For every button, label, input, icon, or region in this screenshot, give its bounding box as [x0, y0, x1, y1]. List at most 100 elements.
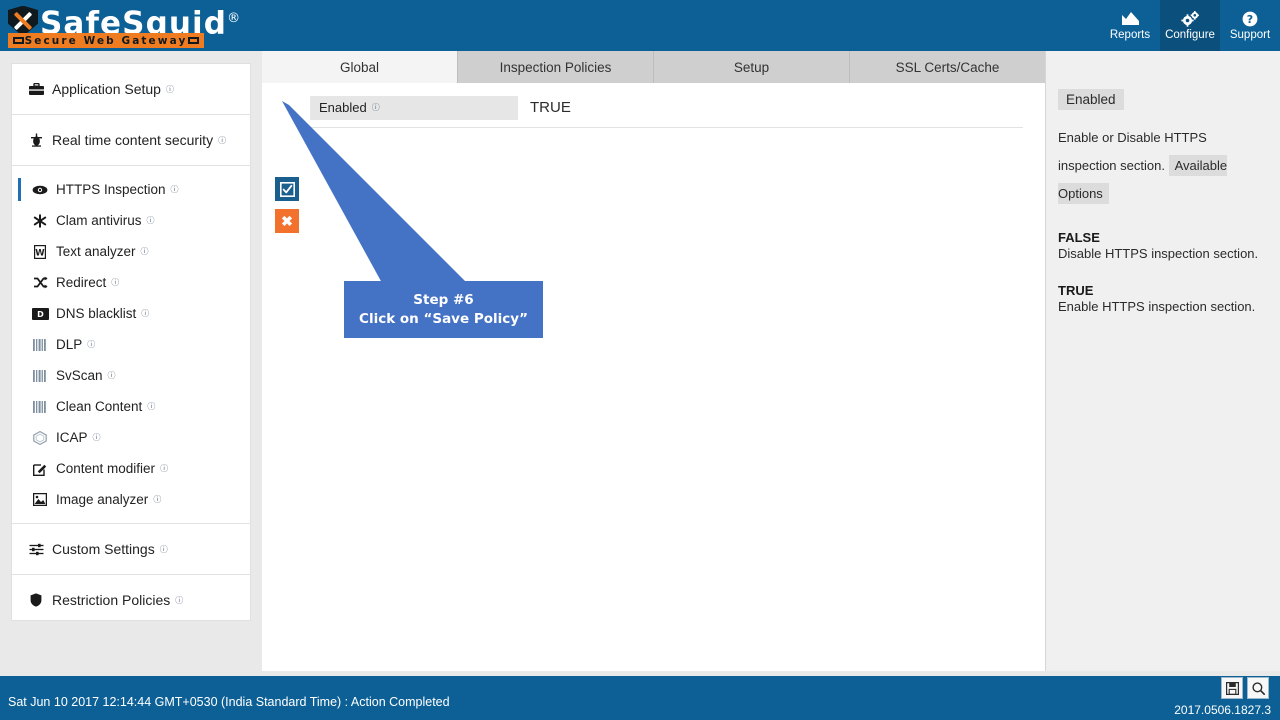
tagline-end-left-icon [13, 37, 24, 44]
checkbox-checked-icon [280, 182, 295, 197]
status-bar: Sat Jun 10 2017 12:14:44 GMT+0530 (India… [0, 676, 1280, 720]
asterisk-icon [30, 214, 50, 228]
info-icon[interactable]: ⓘ [108, 370, 116, 381]
app-root: SafeSquid® Secure Web Gateway Reports [0, 0, 1280, 720]
info-icon[interactable]: ⓘ [93, 432, 101, 443]
field-value-enabled[interactable]: TRUE [530, 99, 571, 116]
sidebar: Application Setup ⓘ Real time content se… [11, 63, 251, 621]
sidebar-item-image-analyzer[interactable]: Image analyzer ⓘ [12, 484, 250, 515]
topnav-item-configure[interactable]: Configure [1160, 0, 1220, 51]
sidebar-item-dlp[interactable]: DLP ⓘ [12, 329, 250, 360]
topnav-item-reports[interactable]: Reports [1100, 0, 1160, 51]
sidebar-group-restriction-policies: Restriction Policies ⓘ [12, 575, 250, 625]
sidebar-item-clam-antivirus[interactable]: Clam antivirus ⓘ [12, 205, 250, 236]
edit-square-icon [30, 462, 50, 476]
sidebar-item-content-modifier[interactable]: Content modifier ⓘ [12, 453, 250, 484]
sidebar-item-redirect[interactable]: Redirect ⓘ [12, 267, 250, 298]
sidebar-label-text-analyzer: Text analyzer [56, 244, 136, 259]
sidebar-label-clean-content: Clean Content [56, 399, 142, 414]
tab-global[interactable]: Global [262, 51, 458, 83]
sidebar-label-svscan: SvScan [56, 368, 103, 383]
sidebar-item-icap[interactable]: ICAP ⓘ [12, 422, 250, 453]
info-icon[interactable]: ⓘ [141, 308, 149, 319]
sidebar-item-clean-content[interactable]: Clean Content ⓘ [12, 391, 250, 422]
sidebar-item-restriction-policies[interactable]: Restriction Policies ⓘ [12, 575, 250, 625]
info-icon[interactable]: ⓘ [111, 277, 119, 288]
sidebar-label-restriction-policies: Restriction Policies [52, 592, 170, 608]
barcode-icon [30, 370, 50, 382]
save-policy-button[interactable] [275, 177, 299, 201]
status-bar-buttons [1221, 677, 1269, 699]
barcode-icon [30, 401, 50, 413]
info-icon[interactable]: ⓘ [87, 339, 95, 350]
tab-inspection-policies[interactable]: Inspection Policies [458, 51, 654, 83]
help-panel: Enabled Enable or Disable HTTPS inspecti… [1045, 51, 1280, 671]
sliders-icon [26, 543, 46, 556]
sidebar-item-real-time-content-security[interactable]: Real time content security ⓘ [12, 115, 250, 165]
sidebar-group-application: Application Setup ⓘ [12, 64, 250, 115]
info-icon[interactable]: ⓘ [175, 595, 183, 606]
top-navigation: Reports Configure [1100, 0, 1280, 51]
tab-bar: Global Inspection Policies Setup SSL Cer… [262, 51, 1045, 83]
sidebar-label-real-time-content-security: Real time content security [52, 132, 213, 148]
info-icon[interactable]: ⓘ [171, 184, 179, 195]
topnav-label-support: Support [1230, 29, 1270, 41]
sidebar-label-https-inspection: HTTPS Inspection [56, 182, 166, 197]
app-header: SafeSquid® Secure Web Gateway Reports [0, 0, 1280, 51]
info-icon[interactable]: ⓘ [153, 494, 161, 505]
info-icon[interactable]: ⓘ [372, 102, 380, 113]
tab-ssl-certs-cache[interactable]: SSL Certs/Cache [850, 51, 1045, 83]
document-text-icon: W [30, 245, 50, 259]
info-icon[interactable]: ⓘ [141, 246, 149, 257]
sidebar-item-svscan[interactable]: SvScan ⓘ [12, 360, 250, 391]
sidebar-item-https-inspection[interactable]: HTTPS Inspection ⓘ [12, 174, 250, 205]
help-option-key: FALSE [1058, 230, 1268, 245]
shield-icon [26, 593, 46, 607]
callout-step-box: Step #6 Click on “Save Policy” [344, 281, 543, 338]
tab-setup[interactable]: Setup [654, 51, 850, 83]
info-icon[interactable]: ⓘ [147, 215, 155, 226]
help-option-value: Disable HTTPS inspection section. [1058, 246, 1268, 261]
help-option-key: TRUE [1058, 283, 1268, 298]
save-icon[interactable] [1221, 677, 1243, 699]
help-title: Enabled [1058, 89, 1124, 110]
field-label-text: Enabled [319, 100, 367, 115]
sidebar-label-dns-blacklist: DNS blacklist [56, 306, 136, 321]
sidebar-item-dns-blacklist[interactable]: D DNS blacklist ⓘ [12, 298, 250, 329]
sidebar-label-redirect: Redirect [56, 275, 106, 290]
shield-bug-icon [26, 133, 46, 147]
brand-trademark: ® [227, 11, 241, 26]
gears-icon [1181, 10, 1200, 27]
info-icon[interactable]: ⓘ [166, 84, 174, 95]
topnav-item-support[interactable]: ? Support [1220, 0, 1280, 51]
help-circle-icon: ? [1242, 10, 1258, 27]
sidebar-label-dlp: DLP [56, 337, 82, 352]
help-description: Enable or Disable HTTPS inspection secti… [1058, 124, 1268, 208]
info-icon[interactable]: ⓘ [160, 463, 168, 474]
callout-line-2: Click on “Save Policy” [359, 311, 528, 327]
brand-logo[interactable]: SafeSquid® Secure Web Gateway [0, 0, 205, 46]
help-option-false: FALSE Disable HTTPS inspection section. [1058, 230, 1268, 261]
svg-text:D: D [37, 310, 44, 319]
sidebar-label-clam-antivirus: Clam antivirus [56, 213, 142, 228]
topnav-label-configure: Configure [1165, 29, 1215, 41]
cancel-button[interactable]: ✖ [275, 209, 299, 233]
eye-icon [30, 185, 50, 195]
sidebar-label-custom-settings: Custom Settings [52, 541, 155, 557]
sidebar-label-application-setup: Application Setup [52, 81, 161, 97]
info-icon[interactable]: ⓘ [160, 544, 168, 555]
close-x-icon: ✖ [281, 214, 293, 228]
sidebar-label-icap: ICAP [56, 430, 88, 445]
search-icon[interactable] [1247, 677, 1269, 699]
brand-tagline-bar: Secure Web Gateway [8, 33, 204, 48]
image-icon [30, 493, 50, 506]
info-icon[interactable]: ⓘ [218, 135, 226, 146]
sidebar-item-application-setup[interactable]: Application Setup ⓘ [12, 64, 250, 114]
dns-badge-icon: D [30, 308, 50, 320]
help-option-true: TRUE Enable HTTPS inspection section. [1058, 283, 1268, 314]
sidebar-item-custom-settings[interactable]: Custom Settings ⓘ [12, 524, 250, 574]
barcode-icon [30, 339, 50, 351]
sidebar-group-custom-settings: Custom Settings ⓘ [12, 524, 250, 575]
sidebar-item-text-analyzer[interactable]: W Text analyzer ⓘ [12, 236, 250, 267]
info-icon[interactable]: ⓘ [147, 401, 155, 412]
